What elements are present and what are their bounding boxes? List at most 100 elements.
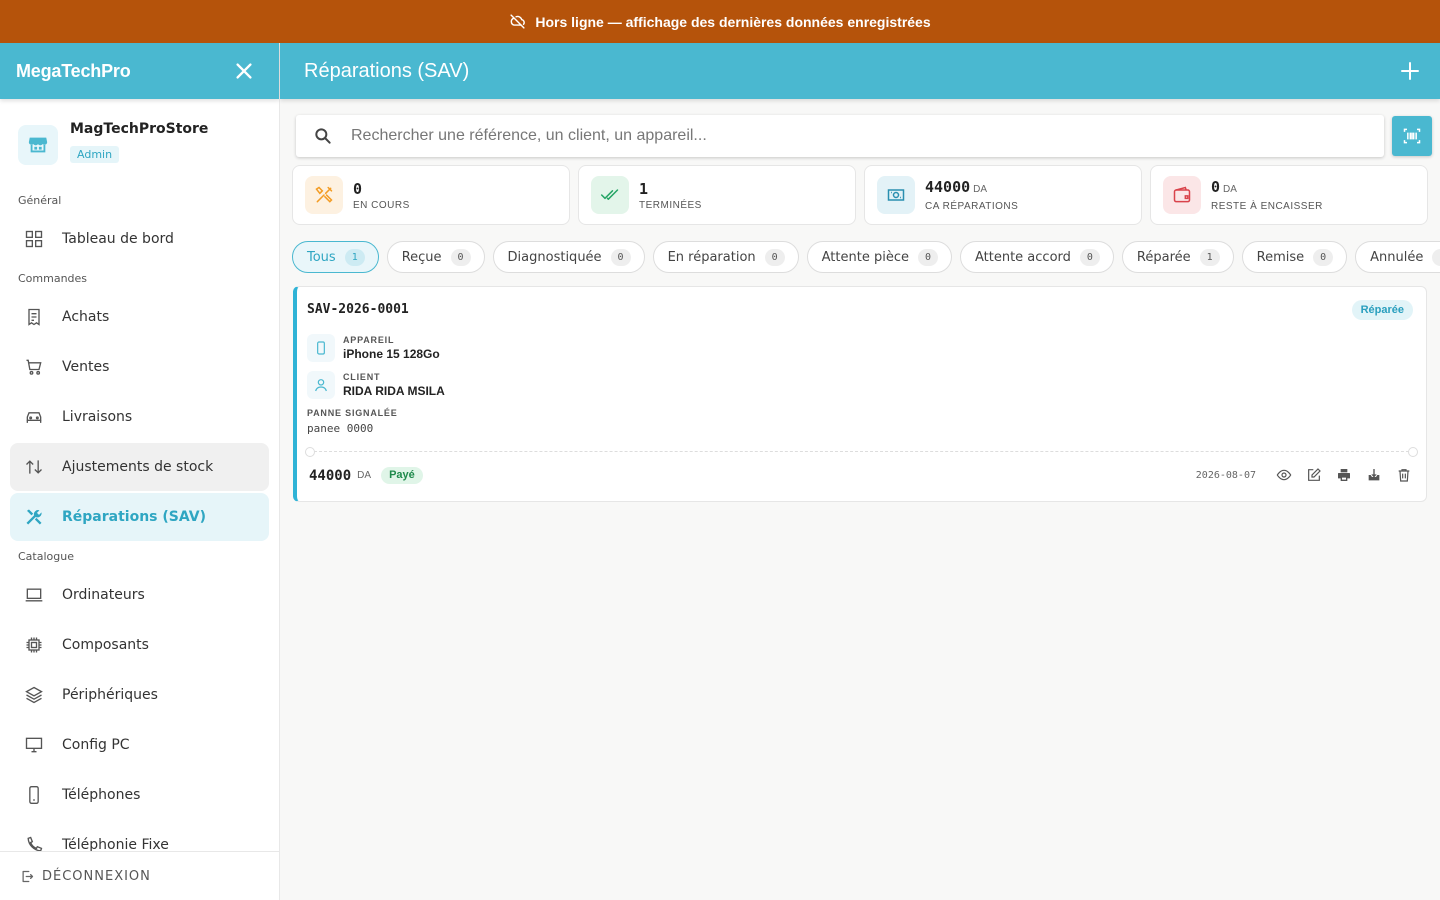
- chip-count: 0: [1079, 248, 1100, 266]
- receipt-icon: [24, 307, 44, 327]
- page-header: Réparations (SAV): [280, 43, 1440, 99]
- chip-count: 1: [1199, 248, 1220, 266]
- offline-banner-text: Hors ligne — affichage des dernières don…: [535, 13, 931, 30]
- wallet-icon: [1163, 176, 1201, 214]
- barcode-scan-button[interactable]: [1392, 116, 1432, 156]
- print-button[interactable]: [1336, 467, 1352, 483]
- sidebar-item-config-pc[interactable]: Config PC: [10, 721, 269, 769]
- amount-currency: DA: [357, 470, 372, 481]
- sidebar-item-ventes[interactable]: Ventes: [10, 343, 269, 391]
- sidebar-item-dashboard[interactable]: Tableau de bord: [10, 215, 269, 263]
- sidebar-item-label: Téléphones: [62, 787, 141, 803]
- client-field: CLIENT RIDA RIDA MSILA: [307, 371, 445, 399]
- device-field: APPAREIL iPhone 15 128Go: [307, 334, 440, 362]
- filter-chip-diagnostiquee[interactable]: Diagnostiquée 0: [492, 241, 645, 273]
- stat-value: 0: [353, 179, 363, 198]
- stat-card-terminees: 1 TERMINÉES: [578, 165, 856, 225]
- chip-label: Réparée: [1136, 249, 1191, 265]
- close-sidebar-button[interactable]: [233, 60, 255, 82]
- tools-icon: [24, 507, 44, 527]
- sidebar-item-telephones[interactable]: Téléphones: [10, 771, 269, 819]
- client-value: RIDA RIDA MSILA: [343, 384, 445, 398]
- chip-label: En réparation: [667, 249, 756, 265]
- section-title-general: Général: [18, 194, 62, 207]
- section-title-commandes: Commandes: [18, 272, 88, 285]
- edit-icon: [1308, 468, 1321, 481]
- download-button[interactable]: [1366, 467, 1382, 483]
- car-icon: [24, 407, 44, 427]
- issue-label: PANNE SIGNALÉE: [307, 408, 398, 418]
- stat-label: RESTE À ENCAISSER: [1211, 201, 1323, 212]
- sidebar-item-label: Périphériques: [62, 687, 158, 703]
- logout-label: DÉCONNEXION: [42, 868, 151, 884]
- sidebar-item-achats[interactable]: Achats: [10, 293, 269, 341]
- sidebar-item-reparations[interactable]: Réparations (SAV): [10, 493, 269, 541]
- download-icon: [1368, 469, 1380, 481]
- stat-value: 1: [639, 179, 649, 198]
- laptop-icon: [24, 585, 44, 605]
- chip-label: Tous: [307, 249, 336, 265]
- brand-name: MegaTechPro: [16, 60, 131, 81]
- repair-amount: 44000 DA Payé: [309, 467, 423, 484]
- filter-chip-recue[interactable]: Reçue 0: [386, 241, 485, 273]
- repair-reference: SAV-2026-0001: [307, 302, 409, 317]
- logout-button[interactable]: DÉCONNEXION: [0, 851, 279, 900]
- filter-chip-annulee[interactable]: Annulée 0: [1355, 241, 1440, 273]
- chip-count: 0: [450, 248, 471, 266]
- search-bar: [296, 115, 1384, 157]
- printer-icon: [1338, 469, 1350, 481]
- cart-icon: [24, 357, 44, 377]
- stat-unit: DA: [1223, 184, 1237, 195]
- stats-row: 0 EN COURS 1 TERMINÉES 44000 DA CA RÉPARA…: [292, 165, 1428, 225]
- double-check-icon: [591, 176, 629, 214]
- chip-count: 0: [1313, 248, 1334, 266]
- sidebar-item-composants[interactable]: Composants: [10, 621, 269, 669]
- device-value: iPhone 15 128Go: [343, 347, 440, 361]
- sidebar-item-peripheriques[interactable]: Périphériques: [10, 671, 269, 719]
- edit-button[interactable]: [1306, 467, 1322, 483]
- stat-label: EN COURS: [353, 199, 410, 211]
- chip-count: 0: [610, 248, 631, 266]
- search-input[interactable]: [351, 127, 1351, 145]
- chip-label: Attente accord: [974, 249, 1071, 265]
- chip-label: Reçue: [401, 249, 442, 265]
- search-icon: [315, 128, 331, 144]
- amount-value: 44000: [309, 467, 352, 484]
- eye-icon: [1276, 469, 1292, 481]
- repair-date: 2026-08-07: [1195, 470, 1256, 481]
- sidebar-item-label: Ventes: [62, 359, 110, 375]
- chip-count: 0: [764, 248, 785, 266]
- sidebar-item-label: Ajustements de stock: [62, 459, 214, 475]
- filter-chip-tous[interactable]: Tous 1: [292, 241, 379, 273]
- filter-chip-reparee[interactable]: Réparée 1: [1121, 241, 1234, 273]
- close-icon: [236, 63, 252, 79]
- stat-value: 0: [1211, 178, 1221, 196]
- chip-count: 1: [344, 248, 365, 266]
- plus-icon: [1401, 62, 1419, 80]
- stat-card-en-cours: 0 EN COURS: [292, 165, 570, 225]
- sidebar-item-label: Achats: [62, 309, 110, 325]
- view-button[interactable]: [1276, 467, 1292, 483]
- sidebar-item-livraisons[interactable]: Livraisons: [10, 393, 269, 441]
- delete-button[interactable]: [1396, 467, 1412, 483]
- issue-field: PANNE SIGNALÉE panee 0000: [307, 408, 398, 435]
- stat-card-ca-reparations: 44000 DA CA RÉPARATIONS: [864, 165, 1142, 225]
- filter-chip-en-reparation[interactable]: En réparation 0: [652, 241, 799, 273]
- add-repair-button[interactable]: [1398, 59, 1422, 83]
- filter-chip-remise[interactable]: Remise 0: [1241, 241, 1348, 273]
- sidebar-item-ajustements[interactable]: Ajustements de stock: [10, 443, 269, 491]
- filter-chip-attente-accord[interactable]: Attente accord 0: [959, 241, 1114, 273]
- filter-chip-attente-piece[interactable]: Attente pièce 0: [806, 241, 952, 273]
- layers-icon: [24, 685, 44, 705]
- sidebar-item-ordinateurs[interactable]: Ordinateurs: [10, 571, 269, 619]
- issue-value: panee 0000: [307, 422, 374, 435]
- chip-count: 0: [1432, 248, 1440, 266]
- sidebar-item-label: Réparations (SAV): [62, 509, 206, 525]
- repair-card[interactable]: SAV-2026-0001 Réparée APPAREIL iPhone 15…: [293, 286, 1427, 502]
- chip-icon: [24, 635, 44, 655]
- payment-badge: Payé: [381, 467, 423, 484]
- chip-label: Remise: [1256, 249, 1305, 265]
- chip-count: 0: [917, 248, 938, 266]
- dashboard-icon: [24, 229, 44, 249]
- sidebar-item-label: Livraisons: [62, 409, 133, 425]
